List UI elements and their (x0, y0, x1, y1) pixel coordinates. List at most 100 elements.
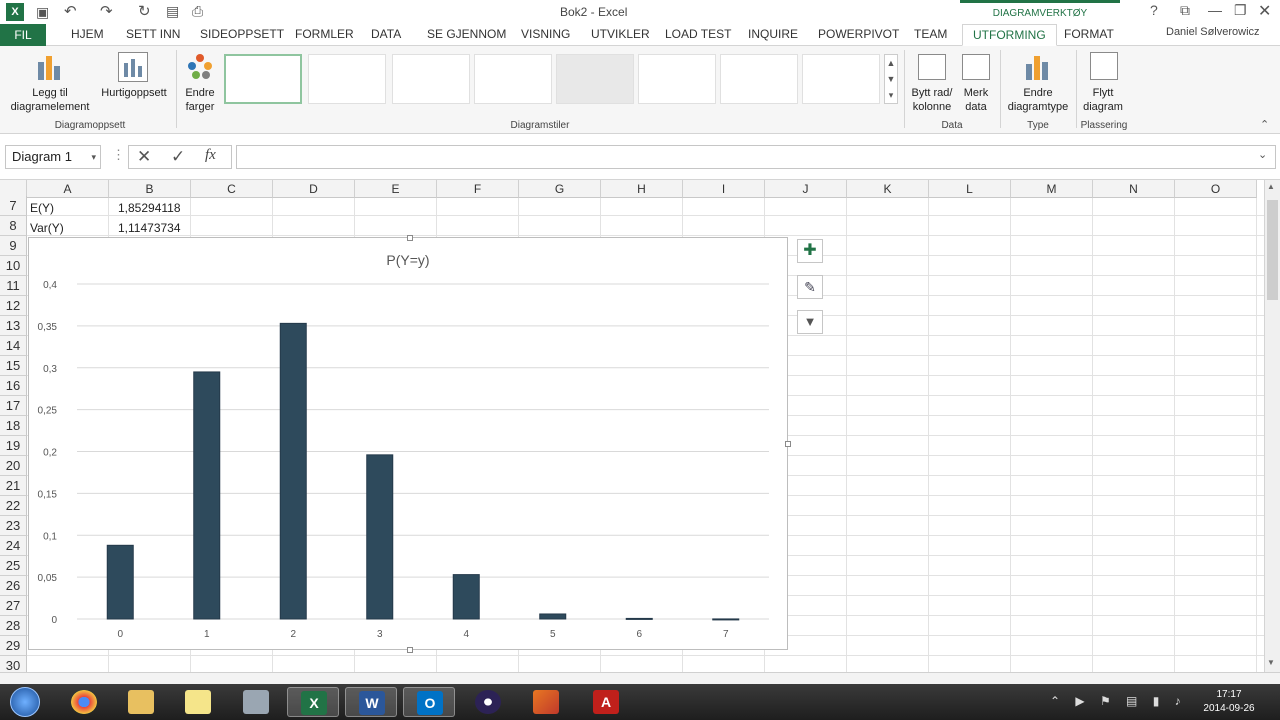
column-header-h[interactable]: H (601, 180, 683, 198)
chart-style-2[interactable] (308, 54, 386, 104)
chart-style-8[interactable] (802, 54, 880, 104)
row-header-11[interactable]: 11 (0, 276, 27, 296)
tab-team[interactable]: TEAM (914, 27, 947, 41)
collapse-ribbon-icon[interactable]: ⌃ (1260, 118, 1269, 131)
select-data-button[interactable]: Merk data (958, 86, 994, 114)
row-header-22[interactable]: 22 (0, 496, 27, 516)
change-chart-type-button[interactable]: Endre diagramtype (1002, 86, 1074, 114)
cell-a8[interactable]: Var(Y) (30, 218, 64, 238)
vertical-scrollbar[interactable]: ▲ ▼ (1264, 180, 1280, 672)
insert-function-icon[interactable]: fx (205, 147, 216, 164)
tab-data[interactable]: DATA (371, 27, 401, 41)
row-header-26[interactable]: 26 (0, 576, 27, 596)
tab-load-test[interactable]: LOAD TEST (665, 27, 731, 41)
close-icon[interactable]: ✕ (1258, 1, 1271, 21)
tab-visning[interactable]: VISNING (521, 27, 570, 41)
row-header-9[interactable]: 9 (0, 236, 27, 256)
cell-b8[interactable]: 1,11473734 (118, 218, 181, 238)
row-header-29[interactable]: 29 (0, 636, 27, 656)
column-header-n[interactable]: N (1093, 180, 1175, 198)
move-chart-button[interactable]: Flytt diagram (1078, 86, 1128, 114)
gallery-scroll[interactable]: ▲ ▼ ▾ (884, 54, 898, 104)
column-header-i[interactable]: I (683, 180, 765, 198)
add-chart-element-button[interactable]: Legg til diagramelement (4, 86, 96, 114)
ribbon-display-icon[interactable]: ⧉ (1180, 2, 1190, 19)
cancel-icon[interactable]: ✕ (137, 147, 151, 167)
row-header-30[interactable]: 30 (0, 656, 27, 672)
row-header-13[interactable]: 13 (0, 316, 27, 336)
form-icon[interactable]: ▤ (166, 3, 179, 20)
tab-hjem[interactable]: HJEM (71, 27, 104, 41)
tab-inquire[interactable]: INQUIRE (748, 27, 798, 41)
row-header-23[interactable]: 23 (0, 516, 27, 536)
cell-b7[interactable]: 1,85294118 (118, 198, 181, 218)
switch-row-column-button[interactable]: Bytt rad/ kolonne (906, 86, 958, 114)
tab-formler[interactable]: FORMLER (295, 27, 354, 41)
minimize-icon[interactable]: — (1208, 2, 1222, 18)
chart-filter-icon[interactable]: ▼ (797, 310, 823, 334)
chevron-down-icon[interactable]: ▾ (91, 146, 96, 168)
tab-utforming[interactable]: UTFORMING (962, 24, 1057, 46)
enter-icon[interactable]: ✓ (171, 147, 185, 167)
chart-style-1[interactable] (224, 54, 302, 104)
resize-handle[interactable] (407, 647, 413, 653)
taskbar-explorer[interactable] (115, 687, 167, 717)
column-header-b[interactable]: B (109, 180, 191, 198)
taskbar-word[interactable]: W (345, 687, 397, 717)
row-header-12[interactable]: 12 (0, 296, 27, 316)
taskbar-outlook[interactable]: O (403, 687, 455, 717)
taskbar-eclipse[interactable] (462, 687, 514, 717)
row-header-20[interactable]: 20 (0, 456, 27, 476)
row-header-10[interactable]: 10 (0, 256, 27, 276)
formula-input[interactable] (236, 145, 1276, 169)
clock[interactable]: 17:17 2014-09-26 (1198, 688, 1260, 716)
tab-fil[interactable]: FIL (0, 24, 46, 46)
row-header-24[interactable]: 24 (0, 536, 27, 556)
row-header-25[interactable]: 25 (0, 556, 27, 576)
redo-icon[interactable]: ↷ (100, 2, 113, 20)
row-header-27[interactable]: 27 (0, 596, 27, 616)
column-header-a[interactable]: A (27, 180, 109, 198)
row-header-14[interactable]: 14 (0, 336, 27, 356)
name-box[interactable]: Diagram 1 ▾ (5, 145, 101, 169)
column-header-o[interactable]: O (1175, 180, 1257, 198)
column-header-c[interactable]: C (191, 180, 273, 198)
row-header-19[interactable]: 19 (0, 436, 27, 456)
taskbar-acrobat[interactable]: A (580, 687, 632, 717)
row-header-21[interactable]: 21 (0, 476, 27, 496)
undo-icon[interactable]: ↶ (64, 2, 77, 20)
chart-style-7[interactable] (720, 54, 798, 104)
row-header-15[interactable]: 15 (0, 356, 27, 376)
scroll-up-icon[interactable]: ▲ (1267, 182, 1275, 191)
tab-se-gjennom[interactable]: SE GJENNOM (427, 27, 506, 41)
row-header-17[interactable]: 17 (0, 396, 27, 416)
chart[interactable]: P(Y=y) 0 0,05 0,1 0,15 0,2 0,25 0,3 0,35 0,4 0 1 2 3 4… (28, 235, 791, 653)
restore-icon[interactable]: ❐ (1234, 2, 1247, 19)
scroll-thumb[interactable] (1267, 200, 1278, 300)
column-header-g[interactable]: G (519, 180, 601, 198)
row-header-16[interactable]: 16 (0, 376, 27, 396)
column-header-d[interactable]: D (273, 180, 355, 198)
column-header-f[interactable]: F (437, 180, 519, 198)
column-header-k[interactable]: K (847, 180, 929, 198)
cell-a7[interactable]: E(Y) (30, 198, 54, 218)
chart-styles-brush-icon[interactable]: ✎ (797, 275, 823, 299)
row-header-18[interactable]: 18 (0, 416, 27, 436)
row-header-28[interactable]: 28 (0, 616, 27, 636)
change-colors-button[interactable]: Endre farger (178, 86, 222, 114)
chart-style-5[interactable] (556, 54, 634, 104)
quick-layout-button[interactable]: Hurtigoppsett (96, 86, 172, 100)
chart-elements-plus-icon[interactable]: ✚ (797, 239, 823, 263)
tab-sideoppsett[interactable]: SIDEOPPSETT (200, 27, 284, 41)
save-icon[interactable]: ▣ (36, 4, 49, 21)
sheet-tabs-bar[interactable] (0, 672, 1280, 684)
taskbar-matlab[interactable] (520, 687, 572, 717)
user-name[interactable]: Daniel Sølverowicz (1166, 26, 1260, 38)
row-header-8[interactable]: 8 (0, 216, 27, 236)
chart-style-4[interactable] (474, 54, 552, 104)
column-header-l[interactable]: L (929, 180, 1011, 198)
chart-style-3[interactable] (392, 54, 470, 104)
column-header-e[interactable]: E (355, 180, 437, 198)
tab-format[interactable]: FORMAT (1064, 27, 1114, 41)
taskbar-chrome[interactable] (58, 687, 110, 717)
